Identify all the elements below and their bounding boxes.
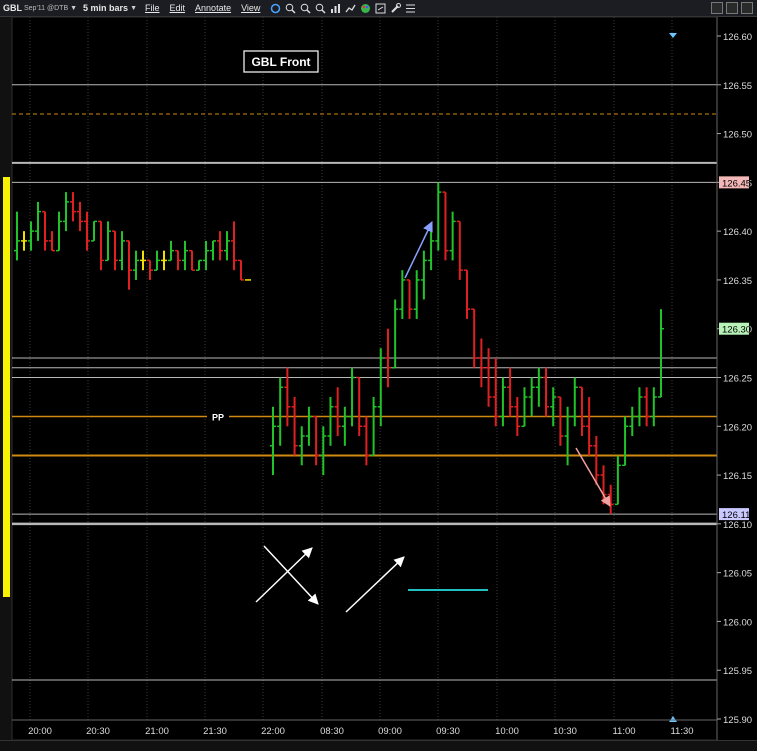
price-tick-label: 126.15 <box>723 471 752 482</box>
grid-layer <box>11 16 718 741</box>
pp-level-label: PP <box>212 413 224 423</box>
plot-area <box>11 16 718 741</box>
price-tick-label: 125.95 <box>723 666 752 677</box>
price-tick-label: 126.00 <box>723 617 752 628</box>
price-tick-label: 126.05 <box>723 569 752 580</box>
high-price-marker: 126.45 <box>722 178 751 189</box>
time-tick-label: 11:30 <box>670 726 693 737</box>
price-tick-label: 126.55 <box>723 81 752 92</box>
price-tick-label: 126.35 <box>723 276 752 287</box>
chart-title: GBL Front <box>251 55 310 69</box>
price-tick-label: 125.90 <box>723 715 752 726</box>
price-tick-label: 126.10 <box>723 520 752 531</box>
time-tick-label: 10:30 <box>553 726 577 737</box>
chart-title-box: GBL Front <box>243 50 319 73</box>
time-tick-label: 20:00 <box>28 726 52 737</box>
time-tick-label: 09:30 <box>436 726 460 737</box>
time-tick-label: 11:00 <box>612 726 635 737</box>
time-tick-label: 08:30 <box>320 726 344 737</box>
price-tick-label: 126.20 <box>723 422 752 433</box>
price-tick-label: 126.40 <box>723 227 752 238</box>
low-price-marker: 126.11 <box>722 510 750 521</box>
price-tick-label: 126.60 <box>723 32 752 43</box>
time-tick-label: 21:00 <box>145 726 169 737</box>
price-chart[interactable]: PP 126.60 126.55 126.50 126.45 126.40 126.35 1… <box>0 0 757 750</box>
last-price-marker: 126.30 <box>722 325 751 336</box>
time-tick-label: 10:00 <box>495 726 519 737</box>
time-tick-label: 20:30 <box>86 726 110 737</box>
time-tick-label: 22:00 <box>261 726 285 737</box>
bottom-scrollbar[interactable] <box>0 740 757 751</box>
price-tick-label: 126.50 <box>723 130 752 141</box>
price-tick-label: 126.25 <box>723 374 752 385</box>
time-tick-label: 09:00 <box>378 726 402 737</box>
time-tick-label: 21:30 <box>203 726 227 737</box>
